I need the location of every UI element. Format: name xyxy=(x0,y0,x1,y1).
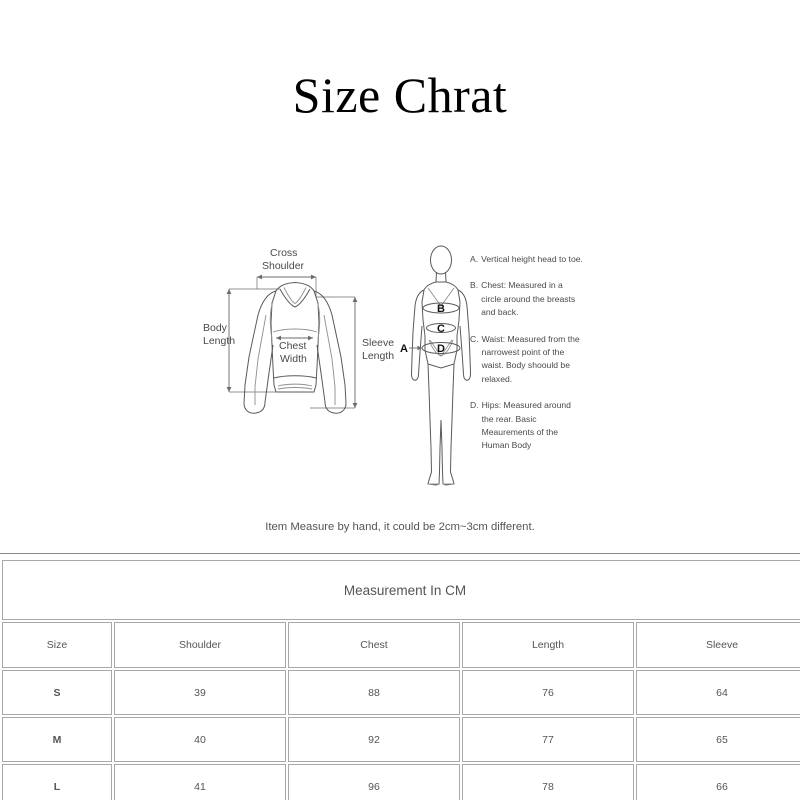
table-row: L 41 96 78 66 xyxy=(2,764,800,800)
label-body-length-line2: Length xyxy=(203,335,235,347)
cell-sleeve: 65 xyxy=(636,717,800,762)
measurement-legend: A. Vertical height head to toe. B. Chest… xyxy=(470,253,585,466)
table-row: S 39 88 76 64 xyxy=(2,670,800,715)
size-chart-page: Size Chrat Body Length Cross Shoulder Ch… xyxy=(0,0,800,800)
column-header-length: Length xyxy=(462,622,634,668)
cell-size: S xyxy=(2,670,112,715)
legend-text: Waist: Measured from the narrowest point… xyxy=(481,333,580,384)
column-header-sleeve: Sleeve xyxy=(636,622,800,668)
label-sleeve-length-line1: Sleeve xyxy=(362,337,394,349)
cell-length: 77 xyxy=(462,717,634,762)
legend-text: Chest: Measured in a circle around the b… xyxy=(481,280,576,318)
page-title: Size Chrat xyxy=(292,67,508,123)
legend-item: C. Waist: Measured from the narrowest po… xyxy=(470,333,585,387)
column-header-size: Size xyxy=(2,622,112,668)
legend-key: D. xyxy=(470,400,479,411)
legend-key: A. xyxy=(470,254,479,264)
legend-key: C. xyxy=(470,333,479,344)
table-header-row: Size Shoulder Chest Length Sleeve xyxy=(2,622,800,668)
cell-size: L xyxy=(2,764,112,800)
legend-item: B. Chest: Measured in a circle around th… xyxy=(470,279,585,319)
column-header-shoulder: Shoulder xyxy=(114,622,286,668)
legend-item: A. Vertical height head to toe. xyxy=(470,253,585,266)
legend-text: Vertical height head to toe. xyxy=(481,254,583,264)
measurement-note: Item Measure by hand, it could be 2cm~3c… xyxy=(265,521,535,533)
body-marker-b: B xyxy=(437,303,445,315)
legend-item: D. Hips: Measured around the rear. Basic… xyxy=(470,399,585,453)
label-cross-shoulder-line1: Cross xyxy=(270,247,297,259)
body-marker-c: C xyxy=(437,323,445,335)
size-table: Measurement In CM Size Shoulder Chest Le… xyxy=(0,558,800,800)
cell-sleeve: 64 xyxy=(636,670,800,715)
label-chest-width-line1: Chest xyxy=(279,340,307,352)
label-chest-width-line2: Width xyxy=(280,353,307,365)
section-divider xyxy=(0,553,800,554)
label-body-length-line1: Body xyxy=(203,322,228,334)
cell-length: 76 xyxy=(462,670,634,715)
label-sleeve-length-line2: Length xyxy=(362,350,394,362)
cell-shoulder: 41 xyxy=(114,764,286,800)
label-cross-shoulder-line2: Shoulder xyxy=(262,260,305,272)
cell-shoulder: 40 xyxy=(114,717,286,762)
table-row: M 40 92 77 65 xyxy=(2,717,800,762)
cell-chest: 92 xyxy=(288,717,460,762)
table-banner: Measurement In CM xyxy=(2,560,800,620)
cell-size: M xyxy=(2,717,112,762)
legend-key: B. xyxy=(470,280,479,291)
cell-length: 78 xyxy=(462,764,634,800)
table-banner-row: Measurement In CM xyxy=(2,560,800,620)
cell-chest: 88 xyxy=(288,670,460,715)
body-marker-a: A xyxy=(400,343,408,355)
body-marker-d: D xyxy=(437,343,445,355)
cell-shoulder: 39 xyxy=(114,670,286,715)
cell-chest: 96 xyxy=(288,764,460,800)
diagram-section: Body Length Cross Shoulder Chest Width S… xyxy=(0,240,800,505)
cell-sleeve: 66 xyxy=(636,764,800,800)
legend-text: Hips: Measured around the rear. Basic Me… xyxy=(481,400,571,451)
column-header-chest: Chest xyxy=(288,622,460,668)
garment-diagram: Body Length Cross Shoulder Chest Width S… xyxy=(203,247,394,414)
